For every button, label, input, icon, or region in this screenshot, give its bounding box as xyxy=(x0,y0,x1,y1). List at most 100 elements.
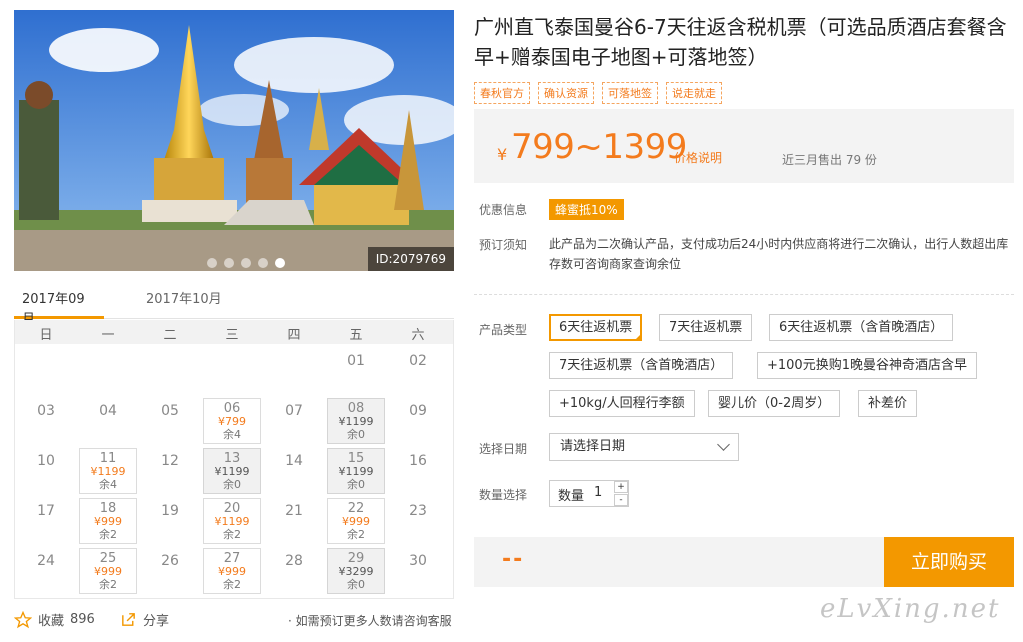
month-tabs: 2017年09月 2017年10月 xyxy=(14,290,454,327)
star-icon xyxy=(14,610,32,628)
option-7day-flight-hotel[interactable]: 7天往返机票（含首晚酒店） xyxy=(549,352,734,379)
calendar-day: 28 xyxy=(265,548,323,594)
favorite-button[interactable]: 收藏 896 xyxy=(14,610,95,629)
date-select-label: 选择日期 xyxy=(479,442,528,456)
option-6day-flight[interactable]: 6天往返机票 xyxy=(549,314,643,341)
day-number: 01 xyxy=(347,353,365,369)
day-price: ¥999 xyxy=(342,515,370,528)
carousel-dot[interactable] xyxy=(258,258,268,268)
calendar-day: 10 xyxy=(17,448,75,494)
calendar-day-available[interactable]: 18 ¥999 余2 xyxy=(79,498,137,544)
calendar-day-sold-out: 15 ¥1199 余0 xyxy=(327,448,385,494)
calendar-day: 26 xyxy=(141,548,199,594)
temple-photo xyxy=(14,10,454,271)
day-price: ¥799 xyxy=(218,415,246,428)
product-tag: 春秋官方 xyxy=(474,82,530,104)
day-number: 20 xyxy=(223,501,241,516)
carousel-dot[interactable] xyxy=(224,258,234,268)
share-label: 分享 xyxy=(143,614,170,629)
day-number: 22 xyxy=(347,501,365,516)
product-title: 广州直飞泰国曼谷6-7天往返含税机票（可选品质酒店套餐含早+赠泰国电子地图+可落… xyxy=(474,15,1007,69)
calendar-day: 02 xyxy=(389,348,447,394)
sales-count: 近三月售出 79 份 xyxy=(782,153,877,167)
weekday-label: 五 xyxy=(349,328,363,343)
calendar-day-sold-out: 08 ¥1199 余0 xyxy=(327,398,385,444)
calendar-day-available[interactable]: 27 ¥999 余2 xyxy=(203,548,261,594)
quantity-increment-button[interactable]: + xyxy=(614,481,628,493)
day-number: 08 xyxy=(347,401,365,416)
day-price: ¥1199 xyxy=(338,415,374,428)
favorite-count: 896 xyxy=(70,612,95,627)
day-number: 27 xyxy=(223,551,241,566)
product-tag: 确认资源 xyxy=(538,82,594,104)
quantity-field-label: 数量 xyxy=(558,489,585,504)
carousel-dot[interactable] xyxy=(207,258,217,268)
day-price: ¥1199 xyxy=(338,465,374,478)
image-id-label: ID:2079769 xyxy=(367,247,454,271)
day-number: 15 xyxy=(347,451,365,466)
option-price-difference[interactable]: 补差价 xyxy=(858,390,918,417)
day-number: 12 xyxy=(161,453,179,469)
calendar-day-available[interactable]: 11 ¥1199 余4 xyxy=(79,448,137,494)
carousel-dot[interactable] xyxy=(241,258,251,268)
calendar-day: 03 xyxy=(17,398,75,444)
notice-label: 预订须知 xyxy=(479,238,528,252)
product-photo[interactable]: ID:2079769 xyxy=(14,10,454,271)
day-price: ¥1199 xyxy=(214,465,250,478)
quantity-decrement-button[interactable]: - xyxy=(614,494,628,506)
weekday-label: 一 xyxy=(101,328,115,343)
weekday-label: 二 xyxy=(163,328,177,343)
day-number: 19 xyxy=(161,503,179,519)
product-type-label: 产品类型 xyxy=(479,323,528,337)
day-number: 06 xyxy=(223,401,241,416)
tab-month-october[interactable]: 2017年10月 xyxy=(138,290,238,319)
calendar-day: 12 xyxy=(141,448,199,494)
calendar-day: 09 xyxy=(389,398,447,444)
date-select-dropdown[interactable]: 请选择日期 xyxy=(549,433,739,461)
day-number: 11 xyxy=(99,451,117,466)
share-icon xyxy=(122,613,135,626)
quantity-value[interactable]: 1 xyxy=(594,485,602,500)
price-range: 799~1399 xyxy=(511,127,687,167)
buy-now-button[interactable]: 立即购买 xyxy=(884,537,1014,587)
day-number: 18 xyxy=(99,501,117,516)
option-6day-flight-hotel[interactable]: 6天往返机票（含首晚酒店） xyxy=(769,314,954,341)
share-button[interactable]: 分享 xyxy=(120,610,169,629)
calendar-day-sold-out: 29 ¥3299 余0 xyxy=(327,548,385,594)
watermark-logo: eLvXing.net xyxy=(820,594,1001,624)
option-7day-flight[interactable]: 7天往返机票 xyxy=(659,314,753,341)
weekday-label: 四 xyxy=(287,328,301,343)
tab-month-september[interactable]: 2017年09月 xyxy=(14,290,104,327)
calendar-day: 07 xyxy=(265,398,323,444)
option-hotel-upgrade[interactable]: +100元换购1晚曼谷神奇酒店含早 xyxy=(757,352,977,379)
day-number: 28 xyxy=(285,553,303,569)
calendar-day: 16 xyxy=(389,448,447,494)
weekday-label: 六 xyxy=(411,328,425,343)
day-number: 25 xyxy=(99,551,117,566)
day-price: ¥999 xyxy=(218,565,246,578)
calendar-day: 01 xyxy=(327,348,385,394)
calendar-day: 05 xyxy=(141,398,199,444)
product-tag: 说走就走 xyxy=(666,82,722,104)
day-price: ¥999 xyxy=(94,565,122,578)
option-extra-baggage[interactable]: +10kg/人回程行李额 xyxy=(549,390,695,417)
day-remaining: 余0 xyxy=(347,478,365,491)
calendar-day-available[interactable]: 25 ¥999 余2 xyxy=(79,548,137,594)
calendar-day-available[interactable]: 22 ¥999 余2 xyxy=(327,498,385,544)
day-price: ¥3299 xyxy=(338,565,374,578)
date-select-value: 请选择日期 xyxy=(560,439,626,454)
product-tags: 春秋官方 确认资源 可落地签 说走就走 xyxy=(474,82,722,104)
quantity-label: 数量选择 xyxy=(479,488,528,502)
calendar-day-available[interactable]: 20 ¥1199 余2 xyxy=(203,498,261,544)
calendar-day-sold-out: 13 ¥1199 余0 xyxy=(203,448,261,494)
day-price: ¥1199 xyxy=(90,465,126,478)
weekday-header: 日一二三四五六 xyxy=(15,320,453,344)
day-number: 16 xyxy=(409,453,427,469)
option-infant-price[interactable]: 婴儿价（0-2周岁） xyxy=(708,390,841,417)
day-number: 14 xyxy=(285,453,303,469)
price-explain-link[interactable]: 价格说明 xyxy=(674,149,722,166)
calendar-day-available[interactable]: 06 ¥799 余4 xyxy=(203,398,261,444)
carousel-dot-active[interactable] xyxy=(275,258,285,268)
chevron-down-icon xyxy=(717,438,730,451)
day-remaining: 余0 xyxy=(223,478,241,491)
